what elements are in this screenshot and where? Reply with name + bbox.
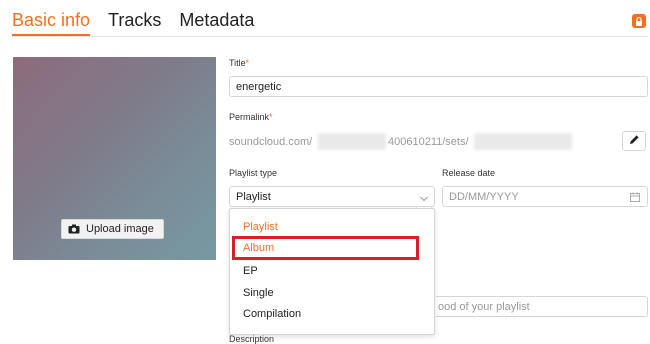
playlist-type-dropdown: Playlist Album EP Single Compilation — [229, 208, 435, 335]
permalink-prefix: soundcloud.com/ — [229, 136, 313, 148]
dropdown-option-ep[interactable]: EP — [243, 265, 258, 277]
dropdown-option-album[interactable]: Album — [243, 242, 274, 254]
upload-image-button[interactable]: Upload image — [61, 219, 164, 239]
title-input[interactable]: energetic — [229, 76, 648, 97]
upload-image-label: Upload image — [86, 223, 154, 235]
permalink-label-text: Permalink — [229, 112, 270, 122]
tab-basic-info[interactable]: Basic info — [12, 8, 91, 36]
dropdown-option-compilation[interactable]: Compilation — [243, 308, 301, 320]
release-date-placeholder: DD/MM/YYYY — [449, 190, 519, 203]
title-label: Title* — [229, 58, 249, 68]
permalink-required-mark: * — [269, 112, 273, 122]
calendar-icon[interactable] — [630, 192, 640, 202]
title-required-mark: * — [245, 58, 250, 68]
edit-permalink-button[interactable] — [622, 131, 646, 151]
release-date-label: Release date — [442, 168, 496, 178]
release-date-input[interactable]: DD/MM/YYYY — [442, 186, 648, 207]
permalink-redacted-slug — [474, 133, 572, 150]
dropdown-option-playlist[interactable]: Playlist — [243, 221, 278, 233]
tab-metadata[interactable]: Metadata — [179, 8, 254, 36]
permalink-path: 400610211/sets/ — [388, 136, 469, 148]
mood-input[interactable]: ood of your playlist — [436, 296, 648, 317]
description-label: Description — [229, 334, 275, 344]
camera-icon — [68, 223, 80, 235]
playlist-type-select[interactable]: Playlist — [229, 186, 435, 207]
pencil-icon — [629, 132, 640, 150]
tab-tracks[interactable]: Tracks — [108, 8, 161, 36]
permalink-redacted-user — [318, 133, 386, 150]
chevron-down-icon — [420, 193, 428, 202]
tab-divider — [12, 36, 648, 37]
playlist-type-label: Playlist type — [229, 168, 278, 178]
playlist-type-value: Playlist — [236, 190, 271, 203]
title-label-text: Title — [229, 58, 246, 68]
dropdown-option-single[interactable]: Single — [243, 287, 274, 299]
tab-bar: Basic info Tracks Metadata — [12, 8, 254, 36]
lock-icon[interactable] — [632, 14, 646, 28]
permalink-label: Permalink* — [229, 112, 273, 122]
